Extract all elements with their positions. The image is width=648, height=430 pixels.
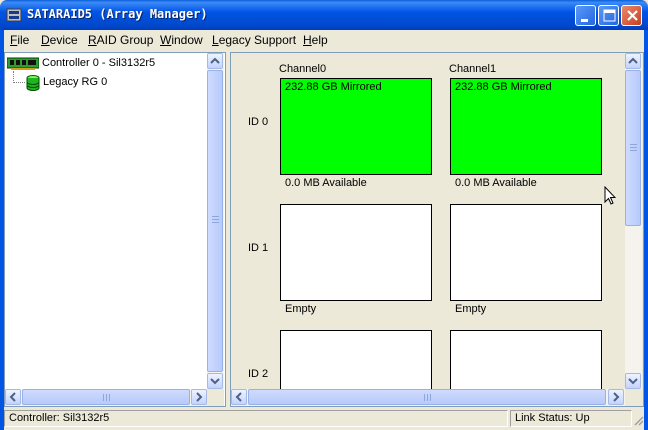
tree-controller-label: Controller 0 - Sil3132r5 — [42, 57, 156, 69]
close-button[interactable] — [621, 5, 642, 26]
disk-slot-id2-ch0[interactable] — [280, 330, 432, 390]
array-vertical-scrollbar[interactable] — [625, 53, 642, 389]
chevron-down-icon — [628, 378, 638, 385]
menu-help[interactable]: Help — [303, 33, 328, 47]
disk-available-id0-ch0: 0.0 MB Available — [285, 177, 367, 189]
tree-scroll-right-button[interactable] — [191, 389, 207, 405]
chevron-up-icon — [628, 57, 638, 64]
tree-vertical-scrollbar[interactable] — [207, 53, 224, 389]
tree-vertical-scroll-thumb[interactable] — [207, 70, 223, 372]
maximize-button[interactable] — [598, 5, 619, 26]
title-bar[interactable]: SATARAID5 (Array Manager) — [0, 0, 648, 30]
array-vertical-scroll-thumb[interactable] — [625, 70, 641, 226]
menu-raid-group[interactable]: RAID Group — [88, 33, 153, 47]
disk-slot-id0-ch1[interactable]: 232.88 GB Mirrored — [450, 78, 602, 175]
database-icon — [25, 75, 41, 94]
status-link: Link Status: Up — [510, 410, 632, 427]
tree-item-controller[interactable]: Controller 0 - Sil3132r5 — [6, 57, 187, 71]
disk-status-text: 232.88 GB Mirrored — [455, 81, 552, 93]
status-bar: Controller: Sil3132r5 Link Status: Up — [4, 409, 644, 430]
chevron-right-icon — [196, 392, 203, 402]
menu-device[interactable]: Device — [41, 33, 78, 47]
tree-scroll-corner — [207, 389, 224, 406]
app-icon — [6, 7, 22, 23]
array-horizontal-scrollbar[interactable] — [231, 389, 625, 406]
disk-available-id0-ch1: 0.0 MB Available — [455, 177, 537, 189]
disk-slot-id1-ch1[interactable] — [450, 204, 602, 301]
tree-horizontal-scroll-thumb[interactable] — [22, 389, 190, 405]
array-scroll-left-button[interactable] — [231, 389, 247, 405]
minimize-button[interactable] — [575, 5, 596, 26]
menu-file[interactable]: File — [10, 33, 29, 47]
mouse-cursor-icon — [604, 185, 617, 209]
tree-scroll-up-button[interactable] — [207, 53, 223, 69]
tree-group-label: Legacy RG 0 — [43, 76, 108, 88]
array-view[interactable]: Channel0 Channel1 ID 0 ID 1 ID 2 232.88 … — [230, 52, 644, 407]
close-icon — [627, 10, 638, 21]
id-label-0: ID 0 — [248, 116, 269, 128]
channel-header-0: Channel0 — [279, 63, 327, 75]
device-tree[interactable]: Controller 0 - Sil3132r5 Legacy RG 0 — [4, 52, 226, 407]
tree-horizontal-scrollbar[interactable] — [5, 389, 207, 406]
id-label-2: ID 2 — [248, 368, 269, 380]
array-scroll-down-button[interactable] — [625, 373, 641, 389]
window-title: SATARAID5 (Array Manager) — [27, 7, 208, 21]
status-controller: Controller: Sil3132r5 — [4, 410, 508, 427]
array-horizontal-scroll-thumb[interactable] — [248, 389, 606, 405]
disk-slot-id0-ch0[interactable]: 232.88 GB Mirrored — [280, 78, 432, 175]
id-label-1: ID 1 — [248, 242, 269, 254]
disk-slot-id2-ch1[interactable] — [450, 330, 602, 390]
minimize-icon — [581, 19, 588, 22]
disk-available-id1-ch0: Empty — [285, 303, 317, 315]
resize-grip-icon[interactable] — [632, 414, 644, 429]
tree-connector-line — [13, 71, 25, 83]
array-scroll-right-button[interactable] — [608, 389, 624, 405]
menu-bar: File Device RAID Group Window Legacy Sup… — [4, 30, 644, 50]
tree-scroll-down-button[interactable] — [207, 373, 223, 389]
chevron-left-icon — [9, 392, 16, 402]
chevron-left-icon — [235, 392, 242, 402]
array-scroll-up-button[interactable] — [625, 53, 641, 69]
chevron-down-icon — [210, 378, 220, 385]
tree-scroll-left-button[interactable] — [5, 389, 21, 405]
chevron-right-icon — [613, 392, 620, 402]
disk-available-id1-ch1: Empty — [455, 303, 487, 315]
chevron-up-icon — [210, 57, 220, 64]
channel-header-1: Channel1 — [449, 63, 497, 75]
disk-slot-id1-ch0[interactable] — [280, 204, 432, 301]
maximize-icon — [603, 9, 616, 22]
array-scroll-corner — [625, 389, 642, 406]
menu-window[interactable]: Window — [160, 33, 203, 47]
menu-legacy-support[interactable]: Legacy Support — [212, 33, 296, 47]
disk-status-text: 232.88 GB Mirrored — [285, 81, 382, 93]
tree-item-legacy-rg[interactable]: Legacy RG 0 — [25, 75, 145, 91]
window-frame-right — [644, 30, 648, 430]
